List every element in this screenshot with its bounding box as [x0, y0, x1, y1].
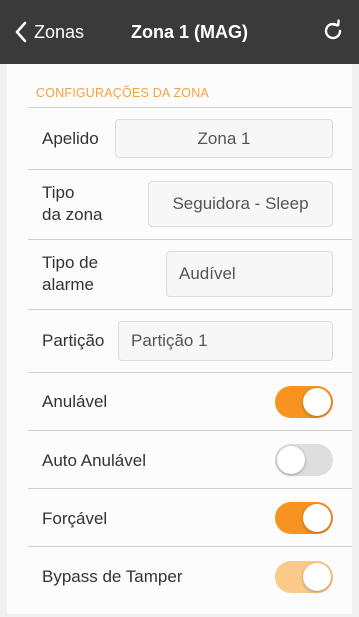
divider [28, 546, 352, 547]
particao-select[interactable]: Partição 1 [118, 321, 333, 361]
tipo-zona-select[interactable]: Seguidora - Sleep [148, 181, 333, 227]
divider [28, 430, 352, 431]
toggle-knob [303, 388, 331, 416]
auto-anulavel-toggle[interactable] [275, 444, 333, 476]
divider [28, 169, 352, 170]
bypass-tamper-toggle[interactable] [275, 561, 333, 593]
tipo-zona-label-line2: da zona [42, 205, 103, 224]
forcavel-toggle[interactable] [275, 502, 333, 534]
divider [28, 309, 352, 310]
tipo-alarme-label-line1: Tipo de [42, 253, 99, 272]
anulavel-label: Anulável [42, 392, 108, 411]
apelido-label: Apelido [42, 129, 99, 148]
particao-value: Partição 1 [131, 331, 208, 350]
divider [28, 488, 352, 489]
tipo-alarme-label: Tipo de alarme [42, 252, 98, 296]
divider [28, 107, 352, 108]
divider [28, 239, 352, 240]
tipo-zona-label: Tipo da zona [42, 182, 103, 226]
page-title: Zona 1 (MAG) [131, 22, 248, 42]
toggle-knob [303, 563, 331, 591]
particao-label: Partição [42, 331, 105, 350]
tipo-zona-value: Seguidora - Sleep [172, 194, 309, 213]
tipo-zona-label-line1: Tipo [42, 183, 75, 202]
refresh-icon[interactable] [321, 19, 345, 43]
toggle-knob [277, 446, 305, 474]
anulavel-toggle[interactable] [275, 386, 333, 418]
auto-anulavel-label: Auto Anulável [42, 451, 146, 470]
divider [28, 372, 352, 373]
navigation-bar: Zonas Zona 1 (MAG) [0, 0, 359, 64]
section-header: CONFIGURAÇÕES DA ZONA [36, 86, 209, 100]
apelido-input[interactable]: Zona 1 [115, 119, 333, 158]
bypass-tamper-label: Bypass de Tamper [42, 567, 183, 586]
forcavel-label: Forçável [42, 509, 108, 528]
apelido-value: Zona 1 [197, 128, 251, 148]
tipo-alarme-value: Audível [179, 264, 236, 283]
toggle-knob [303, 504, 331, 532]
tipo-alarme-label-line2: alarme [42, 275, 94, 294]
tipo-alarme-select[interactable]: Audível [166, 251, 333, 297]
